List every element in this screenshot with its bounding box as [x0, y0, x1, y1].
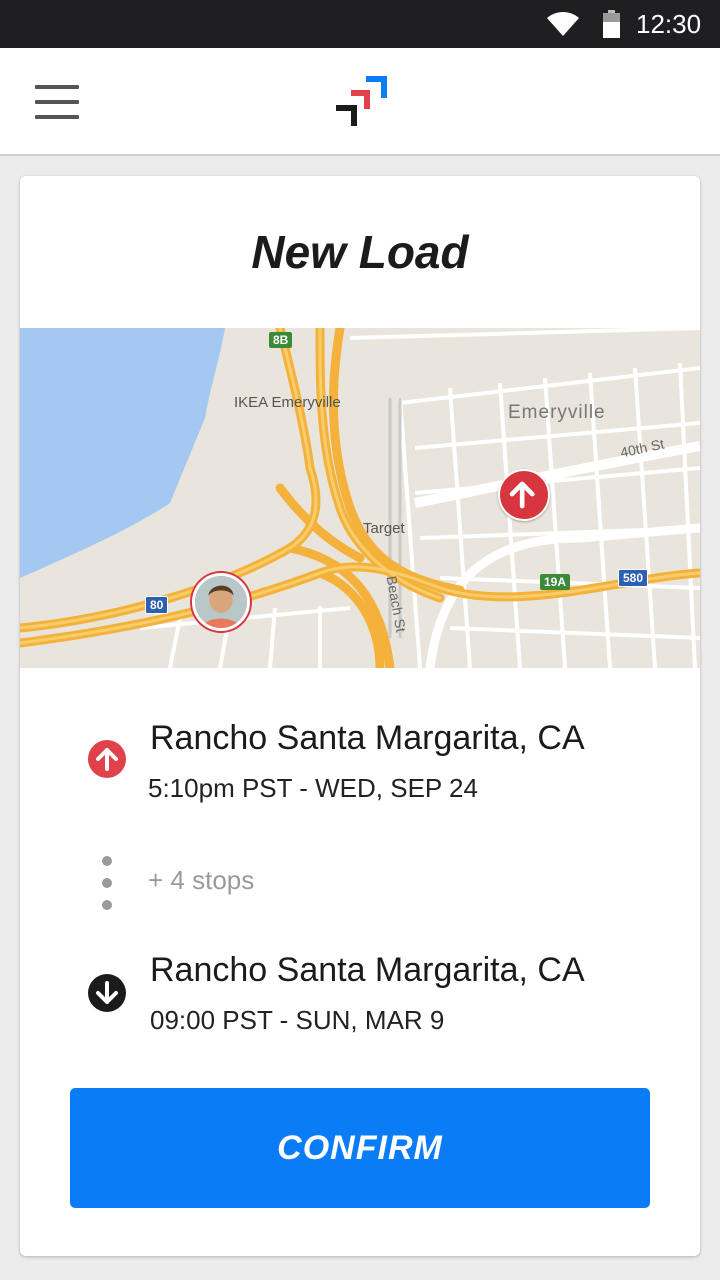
pickup-time: 5:10pm PST - WED, SEP 24 [148, 773, 478, 803]
battery-icon [603, 10, 620, 38]
clock: 12:30 [636, 9, 702, 39]
extra-stops-link[interactable]: + 4 stops [148, 864, 254, 896]
driver-photo [195, 576, 247, 628]
dropoff-arrow-down-icon [88, 974, 126, 1012]
dropoff-city: Rancho Santa Margarita, CA [150, 951, 585, 989]
dropoff-time: 09:00 PST - SUN, MAR 9 [150, 1005, 445, 1035]
card-title: New Load [251, 226, 469, 278]
route-shield-19a: 19A [540, 574, 571, 590]
hamburger-menu-icon[interactable] [32, 84, 82, 122]
wifi-icon [547, 12, 579, 36]
route-map[interactable]: IKEA Emeryville Emeryville 40th St Targe… [20, 328, 700, 668]
pickup-map-pin-icon[interactable] [498, 469, 550, 521]
interstate-shield-80: 80 [145, 596, 169, 614]
route-shield-8b: 8B [269, 332, 293, 348]
pickup-arrow-up-icon [88, 740, 126, 778]
app-logo [336, 76, 387, 126]
map-graphic [20, 328, 700, 668]
new-load-card: New Load IKEA Emeryville Emeryville 40th… [20, 176, 700, 1256]
map-label-ikea: IKEA Emeryville [234, 394, 341, 411]
map-label-emeryville: Emeryville [508, 402, 606, 423]
status-bar: 12:30 [0, 0, 720, 48]
arrow-up-icon [509, 481, 535, 509]
confirm-button[interactable]: CONFIRM [70, 1088, 650, 1208]
interstate-shield-580: 580 [618, 569, 649, 587]
more-stops-dots-icon [102, 856, 112, 910]
app-bar [0, 48, 720, 156]
map-label-target: Target [363, 520, 405, 537]
driver-avatar[interactable] [192, 573, 250, 631]
pickup-city: Rancho Santa Margarita, CA [150, 719, 585, 757]
